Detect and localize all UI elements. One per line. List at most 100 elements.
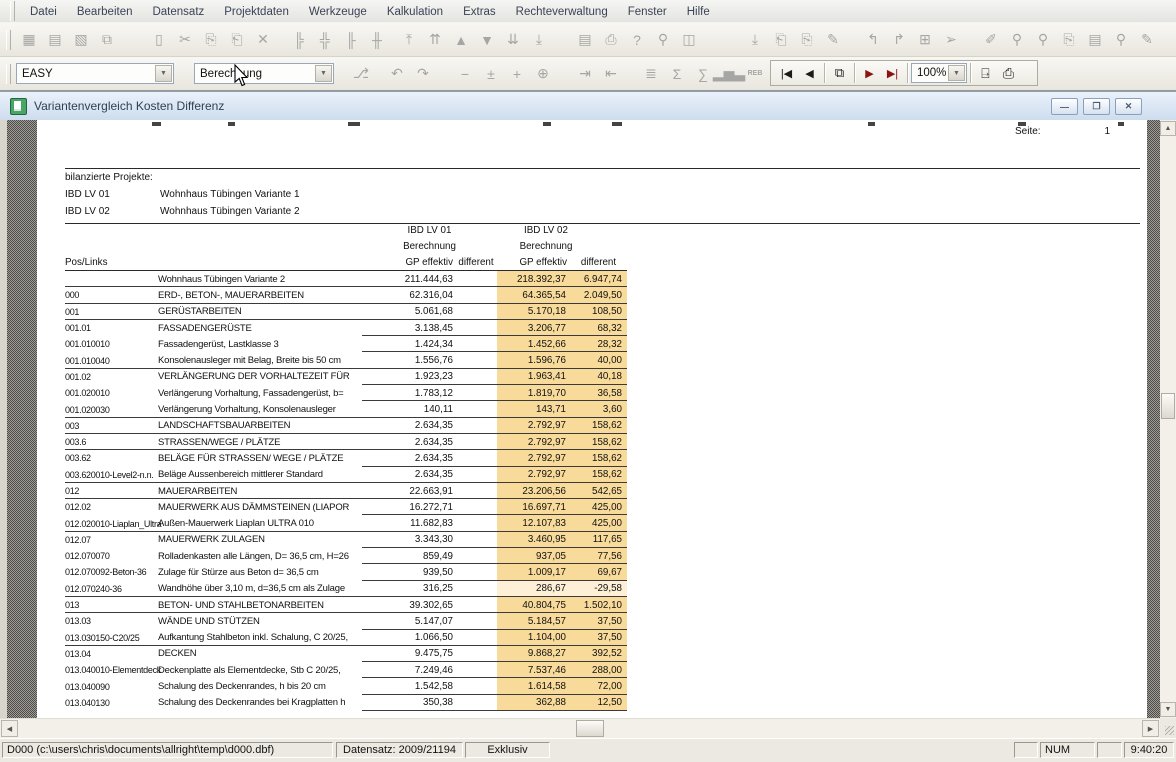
- branch-forward-icon[interactable]: ↱: [886, 28, 912, 52]
- tree-level2-icon[interactable]: ╬: [312, 28, 338, 52]
- horizontal-scrollbar-thumb[interactable]: [576, 720, 604, 737]
- export-icon[interactable]: ⤓: [742, 28, 768, 52]
- horizontal-scrollbar[interactable]: ◀ ▶: [0, 718, 1176, 739]
- menu-kalkulation[interactable]: Kalkulation: [377, 3, 453, 21]
- close-preview-button[interactable]: ⍈: [974, 62, 997, 84]
- menu-bearbeiten[interactable]: Bearbeiten: [67, 3, 143, 21]
- secondary-toolbar: EASY ▼ Berechnung ▼ ⎇↶↷−±+⊕⇥⇤≣Σ∑▂▅▃REB |…: [0, 57, 1176, 91]
- vertical-scrollbar-thumb[interactable]: [1161, 393, 1175, 419]
- annotate-icon[interactable]: ✎: [1134, 28, 1160, 52]
- subtotal-icon[interactable]: Σ: [664, 62, 690, 86]
- undo-icon[interactable]: ↶: [384, 62, 410, 86]
- image-view-icon[interactable]: ▧: [68, 28, 94, 52]
- menu-extras[interactable]: Extras: [453, 3, 506, 21]
- row-gp-variant1: 1.542,58: [362, 681, 455, 692]
- search-icon[interactable]: ⚲: [650, 28, 676, 52]
- redo-icon[interactable]: ↷: [410, 62, 436, 86]
- insert-row-icon[interactable]: ±: [478, 62, 504, 86]
- zoom-page-icon[interactable]: ⚲: [1030, 28, 1056, 52]
- resize-grip[interactable]: [1160, 718, 1176, 738]
- doc-export-icon[interactable]: ⎘: [1056, 28, 1082, 52]
- move-up-icon[interactable]: ⇈: [422, 28, 448, 52]
- run-report-button[interactable]: ▶: [858, 62, 881, 84]
- open-report-icon[interactable]: ⎇: [348, 62, 374, 86]
- row-position: 012.07: [65, 535, 158, 545]
- report-icon[interactable]: ▤: [572, 28, 598, 52]
- add-sub-row-icon[interactable]: ⊕: [530, 62, 556, 86]
- move-last-icon[interactable]: ⤓: [526, 28, 552, 52]
- doc-edit-icon[interactable]: ✎: [820, 28, 846, 52]
- down-icon[interactable]: ▼: [474, 28, 500, 52]
- row-gp-variant1: 3.138,45: [362, 323, 455, 334]
- goto-icon[interactable]: ➢: [938, 28, 964, 52]
- import-icon[interactable]: ⎗: [768, 28, 794, 52]
- restore-button[interactable]: ❐: [1083, 98, 1110, 115]
- move-down-icon[interactable]: ⇊: [500, 28, 526, 52]
- previous-page-button[interactable]: ◀: [798, 62, 821, 84]
- first-page-button[interactable]: |◀: [775, 62, 798, 84]
- row-gp-variant2: 143,71: [497, 401, 570, 417]
- menu-rechteverwaltung[interactable]: Rechteverwaltung: [506, 3, 618, 21]
- last-page-button[interactable]: ▶|: [881, 62, 904, 84]
- scroll-left-icon[interactable]: ◀: [1, 720, 18, 737]
- page-layout-icon[interactable]: ▤: [42, 28, 68, 52]
- up-icon[interactable]: ▲: [448, 28, 474, 52]
- close-button[interactable]: ✕: [1115, 98, 1142, 115]
- menu-projektdaten[interactable]: Projektdaten: [214, 3, 299, 21]
- scroll-right-icon[interactable]: ▶: [1142, 720, 1159, 737]
- move-first-icon[interactable]: ⤒: [396, 28, 422, 52]
- menu-datei[interactable]: Datei: [20, 3, 67, 21]
- chevron-down-icon[interactable]: ▼: [948, 65, 965, 81]
- indent-icon[interactable]: ⇥: [572, 62, 598, 86]
- menu-fenster[interactable]: Fenster: [618, 3, 677, 21]
- menu-werkzeuge[interactable]: Werkzeuge: [299, 3, 377, 21]
- scroll-down-icon[interactable]: ▼: [1160, 702, 1176, 717]
- view-combobox[interactable]: EASY ▼: [16, 63, 174, 84]
- row-gp-variant2: 9.868,27: [497, 646, 570, 662]
- copy-pages-button[interactable]: ⧉: [828, 62, 851, 84]
- print-button[interactable]: ⎙: [997, 62, 1020, 84]
- menu-hilfe[interactable]: Hilfe: [677, 3, 720, 21]
- add-row-icon[interactable]: +: [504, 62, 530, 86]
- scroll-up-icon[interactable]: ▲: [1160, 121, 1176, 136]
- tree-level1-icon[interactable]: ╠: [286, 28, 312, 52]
- branch-back-icon[interactable]: ↰: [860, 28, 886, 52]
- copy-icon[interactable]: ⎘: [198, 28, 224, 52]
- split-window-icon[interactable]: ◫: [676, 28, 702, 52]
- row-diff-variant2: 40,00: [570, 352, 627, 368]
- chevron-down-icon[interactable]: ▼: [155, 65, 172, 82]
- chevron-down-icon[interactable]: ▼: [315, 65, 332, 82]
- report-table-row: 012.07MAUERWERK ZULAGEN3.343,303.460,951…: [65, 532, 627, 548]
- paste-icon[interactable]: ⎗: [224, 28, 250, 52]
- new-document-icon[interactable]: ▯: [146, 28, 172, 52]
- help-icon[interactable]: ?: [624, 28, 650, 52]
- note-edit-icon[interactable]: ✐: [978, 28, 1004, 52]
- delete-icon[interactable]: ✕: [250, 28, 276, 52]
- document-window-titlebar[interactable]: Variantenvergleich Kosten Differenz — ❐ …: [0, 91, 1176, 121]
- grid-icon[interactable]: ⊞: [912, 28, 938, 52]
- tree-outline-icon[interactable]: ╫: [364, 28, 390, 52]
- reb-icon[interactable]: REB: [742, 62, 768, 86]
- outdent-icon[interactable]: ⇤: [598, 62, 624, 86]
- remove-row-icon[interactable]: −: [452, 62, 478, 86]
- vertical-scrollbar[interactable]: ▲ ▼: [1160, 120, 1176, 718]
- report-table-row: Wohnhaus Tübingen Variante 2211.444,6321…: [65, 271, 627, 287]
- minimize-button[interactable]: —: [1051, 98, 1078, 115]
- tree-insert-icon[interactable]: ╟: [338, 28, 364, 52]
- zoom-region-icon[interactable]: ⚲: [1108, 28, 1134, 52]
- copies-icon[interactable]: ⧉: [94, 28, 120, 52]
- doc-table-icon[interactable]: ▤: [1082, 28, 1108, 52]
- row-gp-variant2: 64.365,54: [497, 287, 570, 303]
- list-icon[interactable]: ≣: [638, 62, 664, 86]
- doc-add-icon[interactable]: ⎘: [794, 28, 820, 52]
- print-icon[interactable]: ⎙: [598, 28, 624, 52]
- zoom-combobox[interactable]: 100% ▼: [911, 63, 967, 83]
- column-header-gp2: GP effektiv: [497, 257, 570, 268]
- print-preview-icon[interactable]: ▦: [16, 28, 42, 52]
- chart-icon[interactable]: ▂▅▃: [716, 62, 742, 86]
- cut-icon[interactable]: ✂: [172, 28, 198, 52]
- report-table-row: 003.62BELÄGE FÜR STRASSEN/ WEGE / PLÄTZE…: [65, 450, 627, 466]
- mode-combobox[interactable]: Berechnung ▼: [194, 63, 334, 84]
- menu-datensatz[interactable]: Datensatz: [142, 3, 214, 21]
- zoom-doc-icon[interactable]: ⚲: [1004, 28, 1030, 52]
